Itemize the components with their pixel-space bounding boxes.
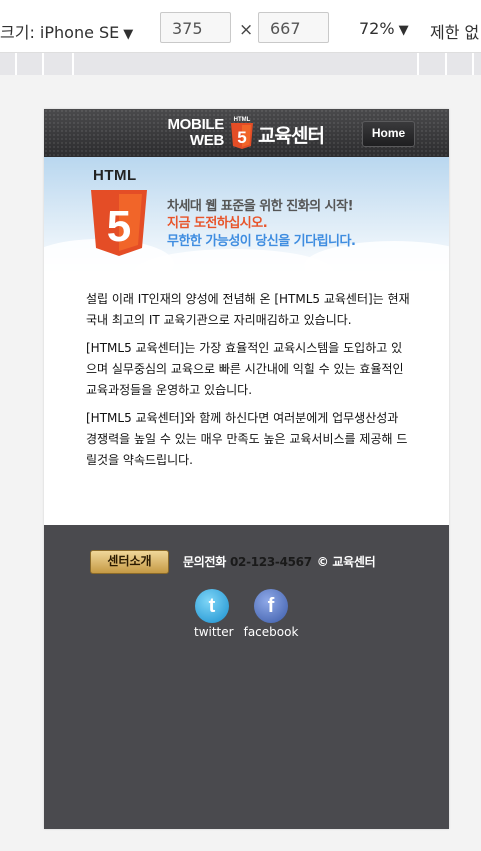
twitter-icon: t bbox=[195, 589, 229, 623]
intro-paragraph: 설립 이래 IT인재의 양성에 전념해 온 [HTML5 교육센터]는 현재 국… bbox=[86, 292, 410, 327]
device-toolbar: 크기: iPhone SE ▼ 375 × 667 72% ▼ 제한 없 bbox=[0, 0, 481, 53]
logo-line-mobile: MOBILE bbox=[167, 116, 224, 133]
zoom-select[interactable]: 72% ▼ bbox=[359, 19, 409, 38]
site-logo-text[interactable]: MOBILE WEB bbox=[156, 117, 224, 149]
media-query-ruler[interactable] bbox=[0, 53, 481, 75]
phone-number[interactable]: 02-123-4567 bbox=[230, 555, 312, 569]
twitter-label: twitter bbox=[194, 625, 234, 639]
shield-number-text: 5 bbox=[107, 202, 131, 251]
home-button[interactable]: Home bbox=[362, 121, 415, 147]
intro-content: 설립 이래 IT인재의 양성에 전념해 온 [HTML5 교육센터]는 현재 국… bbox=[86, 289, 410, 478]
chevron-down-icon: ▼ bbox=[398, 23, 409, 38]
height-input[interactable]: 667 bbox=[258, 12, 329, 43]
device-select-label: 크기: iPhone SE bbox=[0, 23, 120, 42]
contact-info: 문의전화 02-123-4567 © 교육센터 bbox=[183, 553, 376, 570]
center-intro-button[interactable]: 센터소개 bbox=[90, 550, 169, 574]
twitter-link[interactable]: t twitter bbox=[194, 589, 234, 639]
site-name[interactable]: 교육센터 bbox=[258, 121, 325, 148]
html5-shield-icon: 5 bbox=[91, 190, 147, 256]
zoom-select-label: 72% bbox=[359, 19, 395, 38]
facebook-label: facebook bbox=[243, 625, 299, 639]
hero-banner: HTML 5 차세대 웹 표준을 위한 진화의 시작! 지금 도전하십시오. 무… bbox=[44, 157, 449, 295]
banner-tagline: 무한한 가능성이 당신을 기다립니다. bbox=[167, 234, 356, 249]
intro-paragraph: [HTML5 교육센터]와 함께 하신다면 여러분에게 업무생산성과 경쟁력을 … bbox=[86, 411, 408, 467]
contact-label: 문의전화 bbox=[183, 555, 226, 569]
facebook-icon: f bbox=[254, 589, 288, 623]
intro-paragraph: [HTML5 교육센터]는 가장 효율적인 교육시스템을 도입하고 있으며 실무… bbox=[86, 341, 404, 397]
copyright-text: © 교육센터 bbox=[316, 555, 376, 569]
site-footer: 센터소개 문의전화 02-123-4567 © 교육센터 t twitter f f… bbox=[44, 525, 449, 829]
site-header: MOBILE WEB HTML 5 교육센터 Home bbox=[44, 109, 449, 157]
facebook-link[interactable]: f facebook bbox=[242, 589, 300, 639]
mobile-viewport: MOBILE WEB HTML 5 교육센터 Home HTML 5 차세대 웹… bbox=[44, 109, 449, 829]
throttle-select[interactable]: 제한 없 bbox=[430, 19, 479, 43]
width-input[interactable]: 375 bbox=[160, 12, 231, 43]
chevron-down-icon: ▼ bbox=[123, 27, 134, 42]
badge-number-text: 5 bbox=[237, 128, 246, 147]
logo-line-web: WEB bbox=[189, 132, 224, 149]
banner-call-to-action: 지금 도전하십시오. bbox=[167, 216, 268, 231]
html5-badge-icon: HTML 5 bbox=[231, 117, 253, 149]
badge-small-text: HTML bbox=[234, 117, 251, 123]
times-icon: × bbox=[239, 20, 254, 40]
device-select[interactable]: 크기: iPhone SE ▼ bbox=[0, 19, 133, 43]
banner-html-word: HTML bbox=[93, 167, 137, 184]
